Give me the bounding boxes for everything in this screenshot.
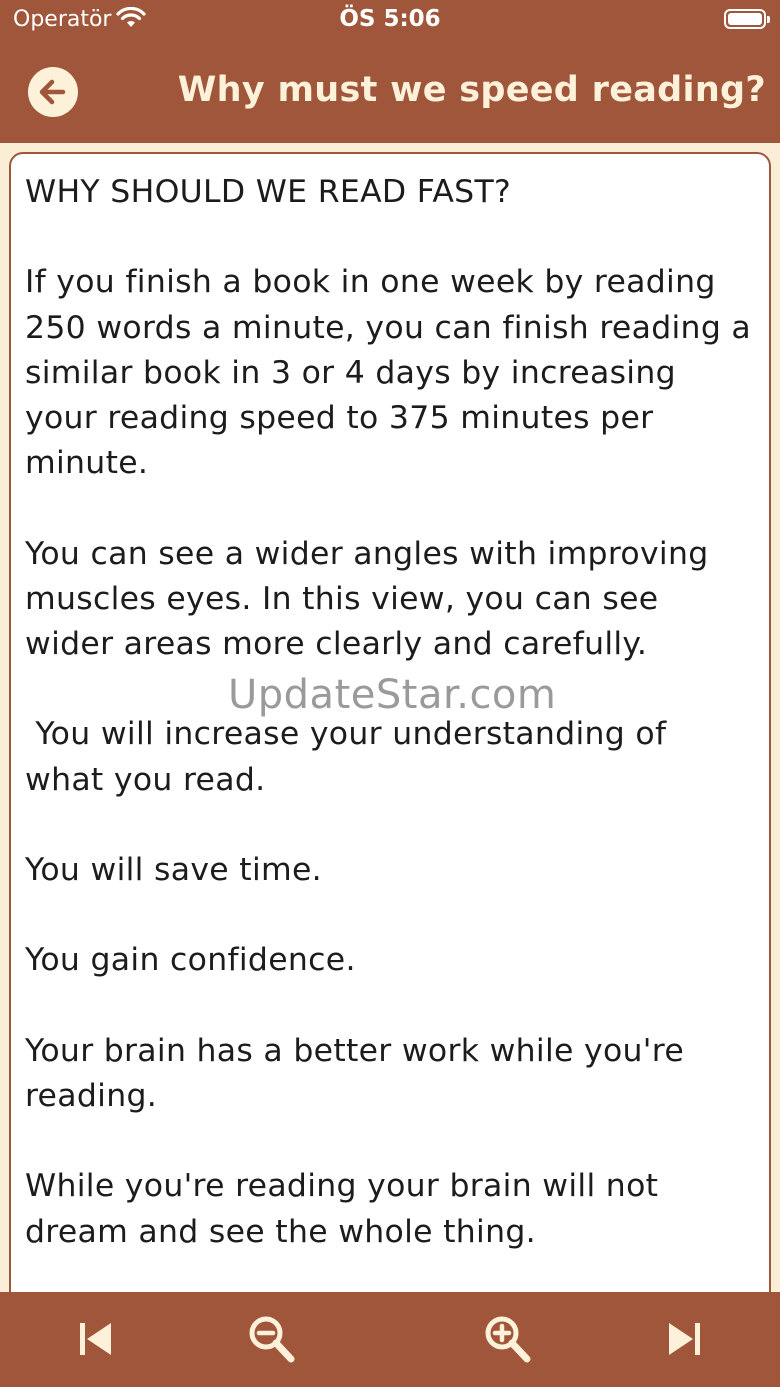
zoom-in-icon <box>485 1316 531 1363</box>
paragraph: You can see a wider angles with improvin… <box>25 535 719 662</box>
paragraph: Your brain has a better work while you'r… <box>25 1032 695 1114</box>
top-bar: Operatör ÖS 5:06 Why must we speed readi… <box>0 0 780 143</box>
content-card[interactable]: WHY SHOULD WE READ FAST? If you finish a… <box>9 152 771 1312</box>
paragraph: You will increase your understanding of … <box>25 716 677 798</box>
paragraph: While you're reading your brain will not… <box>25 1168 669 1250</box>
battery-icon <box>724 9 770 29</box>
status-time: ÖS 5:06 <box>339 6 441 32</box>
zoom-in-button[interactable] <box>480 1314 534 1364</box>
page-title: Why must we speed reading? <box>177 70 766 110</box>
zoom-out-button[interactable] <box>244 1314 298 1364</box>
paragraph: You will save time. <box>25 851 322 888</box>
zoom-out-icon <box>249 1316 295 1363</box>
watermark: UpdateStar.com <box>228 672 557 718</box>
bottom-toolbar <box>0 1292 780 1387</box>
status-bar: Operatör ÖS 5:06 <box>0 0 780 40</box>
paragraph: If you finish a book in one week by read… <box>25 264 762 482</box>
skip-previous-icon <box>80 1323 111 1355</box>
next-button[interactable] <box>658 1314 712 1364</box>
app-screen: Operatör ÖS 5:06 Why must we speed readi… <box>0 0 780 1387</box>
paragraph: WHY SHOULD WE READ FAST? <box>25 174 512 210</box>
previous-button[interactable] <box>68 1314 122 1364</box>
skip-next-icon <box>669 1323 700 1355</box>
arrow-left-circle-icon <box>39 79 66 105</box>
back-button[interactable] <box>28 67 78 117</box>
paragraph: You gain confidence. <box>25 942 356 979</box>
